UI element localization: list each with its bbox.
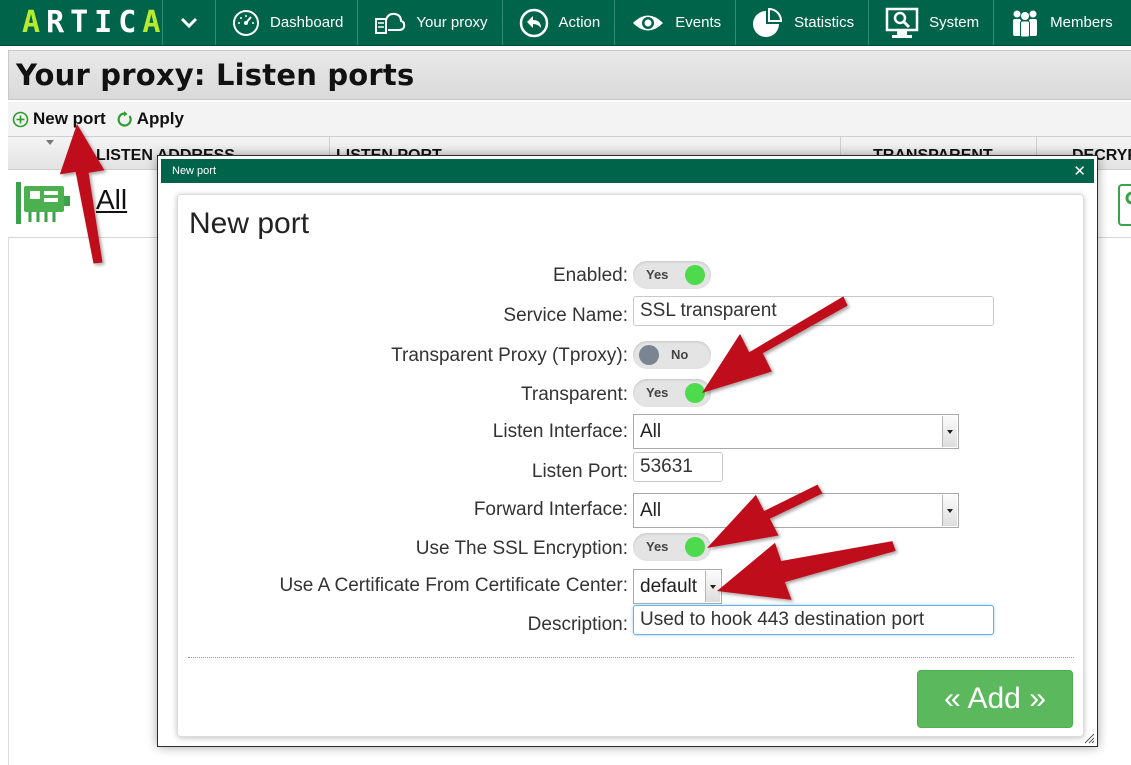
status-icon bbox=[1118, 184, 1131, 226]
new-port-dialog: New port ✕ New port Enabled: Yes Service… bbox=[157, 155, 1098, 747]
nav-your-proxy-label: Your proxy bbox=[416, 14, 488, 31]
listen-interface-select[interactable]: All bbox=[633, 414, 959, 449]
certificate-select[interactable]: default bbox=[633, 569, 722, 604]
ssl-encryption-toggle-text: Yes bbox=[646, 539, 669, 554]
toggle-knob bbox=[685, 537, 705, 557]
dialog-titlebar[interactable]: New port ✕ bbox=[161, 159, 1094, 183]
listen-interface-label: Listen Interface: bbox=[492, 421, 628, 442]
transparent-toggle[interactable]: Yes bbox=[633, 379, 711, 407]
members-icon bbox=[1013, 10, 1038, 37]
enabled-toggle[interactable]: Yes bbox=[633, 261, 711, 289]
enabled-toggle-text: Yes bbox=[646, 267, 669, 282]
nav-system[interactable]: System bbox=[869, 0, 995, 45]
system-monitor-icon bbox=[885, 7, 919, 38]
row-address-link[interactable]: All bbox=[96, 184, 127, 216]
listen-port-input[interactable] bbox=[633, 452, 723, 482]
chevron-down-icon bbox=[180, 17, 198, 28]
page-title-bar: Your proxy: Listen ports bbox=[8, 50, 1131, 100]
page-title: Your proxy: Listen ports bbox=[16, 58, 415, 92]
ssl-encryption-toggle[interactable]: Yes bbox=[633, 533, 711, 561]
toggle-knob bbox=[639, 345, 659, 365]
nav-statistics[interactable]: Statistics bbox=[736, 0, 870, 45]
resize-grip-icon[interactable] bbox=[1083, 732, 1095, 744]
nav-system-label: System bbox=[929, 14, 980, 31]
tproxy-toggle[interactable]: No bbox=[633, 341, 711, 369]
listen-port-label: Listen Port: bbox=[531, 461, 628, 482]
content-left-border bbox=[8, 238, 9, 765]
apply-button[interactable]: Apply bbox=[116, 109, 184, 129]
form-divider bbox=[188, 657, 1074, 658]
dropdown-arrow-icon bbox=[942, 416, 957, 447]
apply-label: Apply bbox=[136, 109, 184, 128]
nav-dashboard[interactable]: Dashboard bbox=[216, 0, 359, 45]
panel-title: New port bbox=[189, 207, 310, 240]
refresh-icon bbox=[117, 110, 132, 127]
eye-icon bbox=[633, 15, 664, 30]
nav-action-label: Action bbox=[558, 14, 601, 31]
certificate-label: Use A Certificate From Certificate Cente… bbox=[279, 575, 628, 596]
plus-circle-icon bbox=[12, 111, 29, 127]
new-port-label: New port bbox=[33, 109, 106, 128]
close-icon[interactable]: ✕ bbox=[1073, 162, 1086, 180]
gauge-icon bbox=[233, 9, 259, 36]
nav-events[interactable]: Events bbox=[615, 0, 737, 45]
sort-arrow-icon bbox=[46, 140, 54, 145]
network-card-icon bbox=[16, 182, 70, 224]
add-button[interactable]: « Add » bbox=[917, 670, 1073, 728]
service-name-label: Service Name: bbox=[503, 305, 628, 326]
forward-interface-value: All bbox=[640, 500, 662, 521]
nav-members-label: Members bbox=[1050, 14, 1113, 31]
certificate-value: default bbox=[640, 576, 698, 597]
transparent-label: Transparent: bbox=[520, 384, 628, 405]
nav-menu-toggle[interactable] bbox=[163, 0, 216, 45]
proxy-cloud-icon bbox=[375, 12, 406, 34]
service-name-input[interactable] bbox=[633, 296, 994, 326]
transparent-toggle-text: Yes bbox=[646, 385, 669, 400]
pie-chart-icon bbox=[753, 7, 783, 37]
top-navbar: ARTICA Dashboard Your proxy Action Event… bbox=[0, 0, 1131, 46]
nav-statistics-label: Statistics bbox=[794, 14, 855, 31]
dropdown-arrow-icon bbox=[942, 495, 957, 526]
forward-interface-label: Forward Interface: bbox=[473, 499, 628, 520]
nav-your-proxy[interactable]: Your proxy bbox=[358, 0, 503, 45]
logo-text: ARTICA bbox=[22, 4, 167, 40]
toggle-knob bbox=[685, 265, 705, 285]
description-input[interactable] bbox=[633, 605, 994, 635]
toolbar: New port Apply bbox=[8, 102, 1131, 136]
new-port-form-panel: New port Enabled: Yes Service Name: Tran… bbox=[177, 194, 1084, 737]
ssl-encryption-label: Use The SSL Encryption: bbox=[415, 538, 628, 559]
forward-interface-select[interactable]: All bbox=[633, 493, 959, 528]
tproxy-label: Transparent Proxy (Tproxy): bbox=[391, 345, 628, 366]
action-back-icon bbox=[519, 8, 548, 37]
dropdown-arrow-icon bbox=[705, 571, 720, 602]
dialog-title: New port bbox=[172, 165, 217, 177]
artica-logo[interactable]: ARTICA bbox=[0, 0, 163, 45]
listen-interface-value: All bbox=[640, 421, 662, 442]
nav-members[interactable]: Members bbox=[994, 0, 1127, 45]
toggle-knob bbox=[685, 383, 705, 403]
tproxy-toggle-text: No bbox=[671, 347, 689, 362]
nav-action[interactable]: Action bbox=[503, 0, 616, 45]
nav-dashboard-label: Dashboard bbox=[270, 14, 344, 31]
nav-events-label: Events bbox=[675, 14, 722, 31]
enabled-label: Enabled: bbox=[552, 265, 628, 286]
new-port-button[interactable]: New port bbox=[12, 109, 106, 129]
description-label: Description: bbox=[527, 614, 628, 635]
